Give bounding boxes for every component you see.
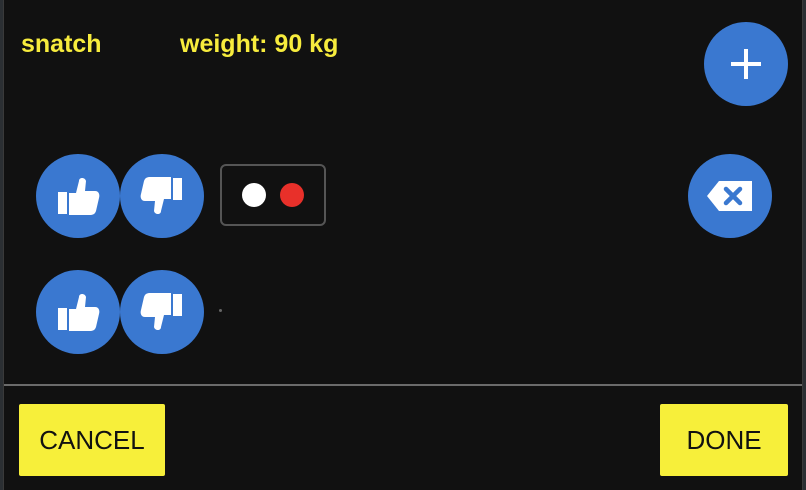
reject-button-row2[interactable] [120, 270, 204, 354]
thumbs-up-icon [58, 294, 100, 331]
thumbs-up-icon [58, 178, 100, 215]
backspace-icon [707, 181, 752, 211]
exercise-name: snatch [21, 30, 102, 58]
add-button[interactable] [704, 22, 788, 106]
cancel-button[interactable]: CANCEL [19, 404, 165, 476]
approve-button-row1[interactable] [36, 154, 120, 238]
reject-button-row1[interactable] [120, 154, 204, 238]
empty-indicator-dot [219, 309, 222, 312]
approve-button-row2[interactable] [36, 270, 120, 354]
thumbs-down-icon [140, 177, 182, 214]
thumbs-down-icon [140, 293, 182, 330]
attempt-indicator[interactable] [220, 164, 326, 226]
footer-divider [4, 384, 802, 386]
done-button[interactable]: DONE [660, 404, 788, 476]
plus-icon [731, 49, 761, 79]
delete-button[interactable] [688, 154, 772, 238]
indicator-dot-white [242, 183, 266, 207]
attempt-dialog: snatch weight: 90 kg CANCEL DONE [3, 0, 803, 490]
indicator-dot-red [280, 183, 304, 207]
weight-label: weight: 90 kg [180, 30, 339, 58]
